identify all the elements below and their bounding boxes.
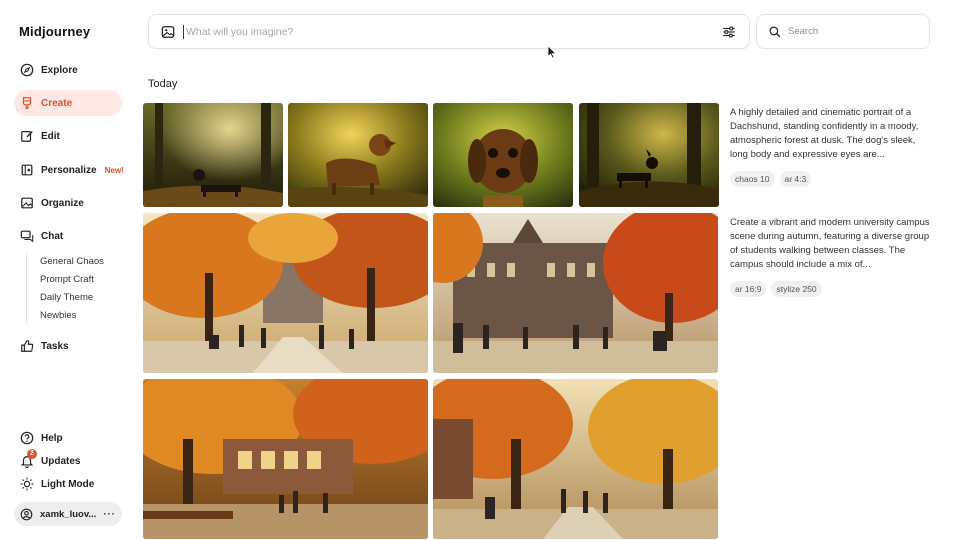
campus-image-4[interactable]: [433, 379, 718, 539]
user-account-button[interactable]: xamk_luov... ···: [14, 502, 122, 526]
dachshund-image-4[interactable]: [579, 103, 719, 207]
search-icon: [769, 26, 781, 38]
more-options-icon[interactable]: ···: [103, 509, 116, 520]
nav-tasks[interactable]: Tasks: [14, 333, 122, 359]
image-upload-icon[interactable]: [161, 25, 175, 39]
chat-room-newbies[interactable]: Newbies: [40, 307, 104, 325]
chat-room-prompt-craft[interactable]: Prompt Craft: [40, 271, 104, 289]
chat-room-list: General Chaos Prompt Craft Daily Theme N…: [26, 253, 104, 325]
search-bar: [756, 14, 930, 49]
campus-image-2[interactable]: [433, 213, 718, 373]
app-window: Midjourney Explore Create Edit Personali…: [0, 0, 960, 540]
campus-image-3[interactable]: [143, 379, 428, 539]
nav-explore-label: Explore: [41, 64, 78, 76]
nav-edit-label: Edit: [41, 130, 60, 142]
chat-room-daily-theme[interactable]: Daily Theme: [40, 289, 104, 307]
nav-help-label: Help: [41, 432, 63, 444]
prompt-input[interactable]: [183, 24, 721, 39]
new-badge: New!: [104, 165, 124, 175]
thumbs-up-icon: [20, 339, 34, 353]
sidebar: Midjourney Explore Create Edit Personali…: [0, 0, 135, 540]
nav-organize[interactable]: Organize: [14, 190, 122, 216]
tag-aspect-ratio[interactable]: ar 4:3: [779, 171, 812, 187]
sun-icon: [20, 477, 34, 491]
nav-personalize[interactable]: Personalize New!: [14, 157, 124, 183]
dachshund-image-2[interactable]: [288, 103, 428, 207]
user-name: xamk_luov...: [40, 508, 97, 520]
section-title-today: Today: [148, 78, 178, 90]
job-tags-2: ar 16:9 stylize 250: [730, 281, 822, 297]
nav-chat[interactable]: Chat: [14, 223, 122, 249]
chat-room-general-chaos[interactable]: General Chaos: [40, 253, 104, 271]
search-input[interactable]: [788, 26, 908, 37]
nav-create[interactable]: Create: [14, 90, 122, 116]
campus-image-1[interactable]: [143, 213, 428, 373]
tag-chaos[interactable]: chaos 10: [730, 171, 775, 187]
personalize-icon: [20, 163, 34, 177]
nav-chat-label: Chat: [41, 230, 64, 242]
dachshund-image-1[interactable]: [143, 103, 283, 207]
tag-stylize[interactable]: stylize 250: [771, 281, 822, 297]
job-description-1[interactable]: A highly detailed and cinematic portrait…: [730, 106, 935, 162]
light-mode-label: Light Mode: [41, 478, 95, 490]
edit-icon: [20, 129, 34, 143]
nav-explore[interactable]: Explore: [14, 57, 122, 83]
bell-icon: 2: [20, 449, 37, 468]
nav-tasks-label: Tasks: [41, 340, 69, 352]
brush-icon: [20, 96, 34, 110]
mouse-cursor-icon: [547, 45, 557, 59]
job-description-2[interactable]: Create a vibrant and modern university c…: [730, 216, 935, 272]
nav-create-label: Create: [41, 97, 73, 109]
nav-updates-label: Updates: [41, 455, 81, 467]
brand-logo[interactable]: Midjourney: [19, 24, 90, 39]
nav-edit[interactable]: Edit: [14, 123, 122, 149]
updates-count-badge: 2: [27, 449, 37, 459]
nav-organize-label: Organize: [41, 197, 84, 209]
compass-icon: [20, 63, 34, 77]
image-icon: [20, 196, 34, 210]
dachshund-image-3[interactable]: [433, 103, 573, 207]
nav-personalize-label: Personalize: [41, 164, 97, 176]
settings-sliders-icon[interactable]: [721, 24, 737, 40]
tag-aspect-ratio[interactable]: ar 16:9: [730, 281, 767, 297]
light-mode-toggle[interactable]: Light Mode: [14, 471, 122, 497]
user-avatar-icon: [20, 508, 33, 521]
job-tags-1: chaos 10 ar 4:3: [730, 171, 812, 187]
chat-icon: [20, 229, 34, 243]
prompt-bar: [148, 14, 750, 49]
help-icon: [20, 431, 34, 445]
